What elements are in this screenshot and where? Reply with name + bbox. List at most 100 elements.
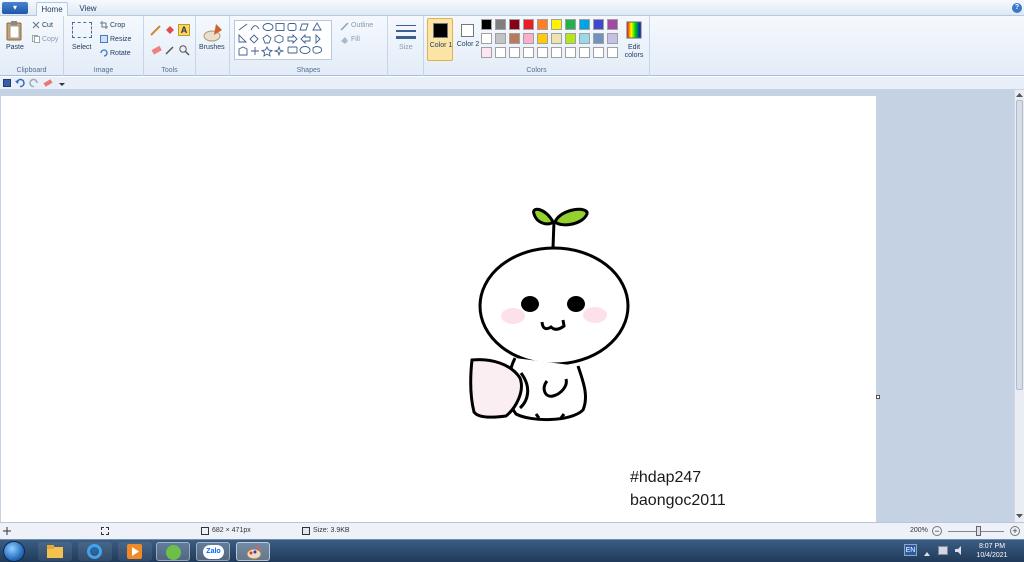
- undo-icon[interactable]: [15, 78, 25, 88]
- help-icon[interactable]: ?: [1012, 3, 1022, 13]
- palette-swatch[interactable]: [523, 33, 534, 44]
- scroll-down-icon[interactable]: [1016, 512, 1023, 519]
- crop-icon[interactable]: [100, 21, 108, 29]
- taskbar-ie[interactable]: e: [78, 542, 112, 561]
- size-button[interactable]: Size: [399, 44, 413, 51]
- color2-selector[interactable]: Color 2: [456, 18, 480, 61]
- palette-swatch[interactable]: [607, 47, 618, 58]
- taskbar-zalo[interactable]: Zalo: [196, 542, 230, 561]
- palette-swatch[interactable]: [579, 19, 590, 30]
- palette-swatch[interactable]: [593, 19, 604, 30]
- cut-icon[interactable]: [32, 21, 40, 29]
- canvas-resize-handle[interactable]: [876, 395, 880, 399]
- rotate-button[interactable]: Rotate: [110, 50, 131, 57]
- paste-button[interactable]: Paste: [6, 44, 24, 51]
- volume-icon[interactable]: [955, 545, 965, 556]
- clock[interactable]: 8:07 PM 10/4/2021: [970, 542, 1014, 560]
- palette-swatch[interactable]: [495, 47, 506, 58]
- zoom-out-icon[interactable]: −: [932, 526, 942, 536]
- color-palette: [481, 19, 621, 61]
- rotate-icon[interactable]: [100, 49, 108, 57]
- palette-swatch[interactable]: [537, 19, 548, 30]
- outline-icon[interactable]: [340, 22, 349, 31]
- file-size-icon: [302, 527, 310, 535]
- palette-swatch[interactable]: [537, 47, 548, 58]
- taskbar-explorer[interactable]: [38, 542, 72, 561]
- file-size: Size: 3.9KB: [313, 527, 350, 534]
- paste-icon[interactable]: [6, 21, 22, 41]
- color1-swatch: [433, 23, 448, 38]
- palette-swatch[interactable]: [579, 33, 590, 44]
- palette-swatch[interactable]: [481, 19, 492, 30]
- pencil-icon[interactable]: [150, 24, 162, 36]
- palette-swatch[interactable]: [509, 19, 520, 30]
- palette-swatch[interactable]: [607, 33, 618, 44]
- scroll-up-icon[interactable]: [1016, 92, 1023, 99]
- resize-icon[interactable]: [100, 35, 108, 43]
- copy-icon[interactable]: [32, 35, 40, 43]
- size-icon[interactable]: [396, 24, 416, 40]
- vertical-scrollbar[interactable]: [1014, 90, 1024, 522]
- image-size-icon: [201, 527, 209, 535]
- palette-swatch[interactable]: [607, 19, 618, 30]
- shape-fill-icon[interactable]: [340, 36, 349, 45]
- palette-swatch[interactable]: [565, 33, 576, 44]
- tab-home[interactable]: Home: [36, 2, 68, 17]
- scroll-thumb[interactable]: [1016, 100, 1023, 390]
- edit-colors-button[interactable]: Edit colors: [620, 44, 648, 60]
- shapes-gallery[interactable]: [234, 20, 332, 60]
- start-button[interactable]: [3, 541, 25, 562]
- outline-button[interactable]: Outline: [351, 22, 373, 29]
- palette-swatch[interactable]: [495, 19, 506, 30]
- tools-label: Tools: [161, 67, 178, 74]
- palette-swatch[interactable]: [523, 47, 534, 58]
- crop-button[interactable]: Crop: [110, 22, 125, 29]
- palette-swatch[interactable]: [551, 33, 562, 44]
- taskbar-media-player[interactable]: [118, 542, 152, 561]
- tray-expand-icon[interactable]: [924, 549, 930, 556]
- color-picker-icon[interactable]: [164, 44, 176, 56]
- palette-swatch[interactable]: [565, 47, 576, 58]
- palette-swatch[interactable]: [523, 19, 534, 30]
- palette-swatch[interactable]: [593, 47, 604, 58]
- tools-group: A Tools: [144, 16, 196, 76]
- brushes-button[interactable]: Brushes: [199, 44, 225, 51]
- palette-swatch[interactable]: [509, 33, 520, 44]
- palette-swatch[interactable]: [481, 47, 492, 58]
- paint-menu-button[interactable]: ▾: [2, 2, 28, 14]
- redo-icon[interactable]: [29, 78, 39, 88]
- palette-swatch[interactable]: [481, 33, 492, 44]
- select-button[interactable]: Select: [72, 44, 91, 51]
- eraser-icon[interactable]: [150, 44, 162, 56]
- fill-button[interactable]: Fill: [351, 36, 360, 43]
- eraser-qat-icon[interactable]: [43, 79, 53, 87]
- palette-swatch[interactable]: [551, 47, 562, 58]
- palette-swatch[interactable]: [565, 19, 576, 30]
- taskbar-app[interactable]: [156, 542, 190, 561]
- magnifier-icon[interactable]: [178, 44, 190, 56]
- tab-view[interactable]: View: [76, 3, 100, 15]
- zoom-slider-thumb[interactable]: [976, 526, 981, 536]
- resize-button[interactable]: Resize: [110, 36, 131, 43]
- brushes-icon[interactable]: [202, 21, 224, 43]
- fill-icon[interactable]: [164, 24, 176, 36]
- color1-selector[interactable]: Color 1: [427, 18, 453, 61]
- text-tool-icon[interactable]: A: [178, 24, 190, 36]
- taskbar-paint[interactable]: [236, 542, 270, 561]
- palette-swatch[interactable]: [551, 19, 562, 30]
- palette-swatch[interactable]: [495, 33, 506, 44]
- palette-swatch[interactable]: [509, 47, 520, 58]
- language-indicator[interactable]: EN: [904, 544, 917, 556]
- select-icon[interactable]: [72, 22, 92, 38]
- customize-qat-icon[interactable]: [59, 80, 65, 86]
- edit-colors-icon[interactable]: [626, 21, 642, 39]
- drawing-canvas[interactable]: #hdap247 baongoc2011: [1, 96, 876, 522]
- palette-swatch[interactable]: [537, 33, 548, 44]
- zoom-in-icon[interactable]: +: [1010, 526, 1020, 536]
- palette-swatch[interactable]: [579, 47, 590, 58]
- cut-button[interactable]: Cut: [42, 22, 53, 29]
- palette-swatch[interactable]: [593, 33, 604, 44]
- save-icon[interactable]: [3, 79, 11, 87]
- copy-button[interactable]: Copy: [42, 36, 58, 43]
- network-icon[interactable]: [938, 546, 948, 555]
